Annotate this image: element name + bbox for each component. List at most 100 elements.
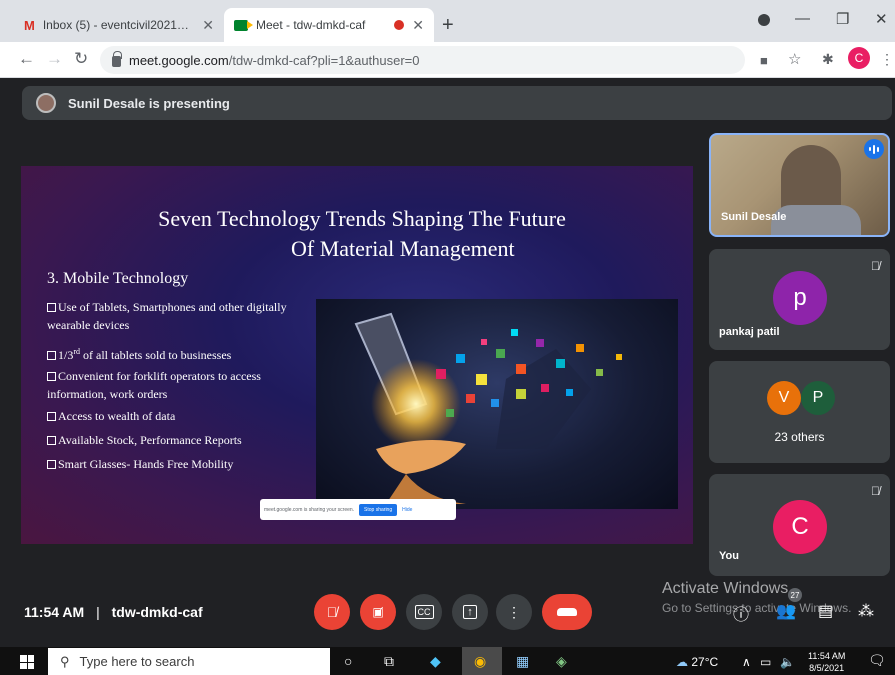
camera-icon[interactable]: ■ xyxy=(760,53,768,68)
participant-tile-others[interactable]: V P 23 others xyxy=(709,361,890,463)
chrome-icon: ◉ xyxy=(474,653,487,669)
media-control-icon[interactable] xyxy=(758,14,770,26)
chat-icon[interactable]: ▤ xyxy=(818,601,833,621)
screen-share-banner: meet.google.com is sharing your screen. … xyxy=(260,499,456,520)
taskbar-search-input[interactable]: ⚲ Type here to search xyxy=(48,648,330,675)
more-options-button[interactable]: ⋮ xyxy=(496,594,532,630)
close-tab-icon[interactable]: ✕ xyxy=(202,17,214,34)
participant-avatar: V xyxy=(767,381,801,415)
weather-cloud-icon: ☁ xyxy=(676,655,688,669)
hide-banner-button[interactable]: Hide xyxy=(402,507,412,513)
mic-off-icon: 🎙̸ xyxy=(326,604,338,620)
participant-tile-pankaj[interactable]: 🎙̸ p pankaj patil xyxy=(709,249,890,350)
forward-icon[interactable]: → xyxy=(46,49,63,69)
gmail-icon: M xyxy=(24,17,35,33)
participant-name: pankaj patil xyxy=(719,326,780,338)
meet-icon xyxy=(234,19,253,31)
system-tray-chevron-icon[interactable]: ∧ xyxy=(742,655,751,669)
search-placeholder: Type here to search xyxy=(79,654,195,669)
participant-avatar: C xyxy=(773,500,827,554)
mic-off-icon: 🎙̸ xyxy=(871,484,880,498)
clock-time: 11:54 AM xyxy=(808,651,846,661)
url-path: /tdw-dmkd-caf?pli=1&authuser=0 xyxy=(228,52,420,68)
meeting-time: 11:54 AM xyxy=(24,604,85,620)
leave-call-button[interactable] xyxy=(542,594,592,630)
app-icon[interactable]: ◈ xyxy=(556,653,567,670)
slide-bullet: Smart Glasses- Hands Free Mobility xyxy=(47,455,317,473)
slide-title-line1: Seven Technology Trends Shaping The Futu… xyxy=(158,206,566,231)
people-icon[interactable]: 👥 xyxy=(776,601,796,621)
tab-title: Meet - tdw-dmkd-caf xyxy=(256,18,366,32)
minimize-button[interactable]: — xyxy=(795,10,810,27)
url-input[interactable]: meet.google.com/tdw-dmkd-caf?pli=1&authu… xyxy=(100,46,745,74)
cortana-icon[interactable]: ○ xyxy=(344,653,352,669)
windows-start-icon[interactable] xyxy=(20,655,34,669)
close-window-button[interactable]: ✕ xyxy=(875,10,888,28)
slide-bullet: Convenient for forklift operators to acc… xyxy=(47,369,261,401)
speaking-indicator-icon xyxy=(864,139,884,159)
camera-toggle-button[interactable]: ▣̸ xyxy=(360,594,396,630)
profile-avatar[interactable]: C xyxy=(848,47,870,69)
more-vert-icon: ⋮ xyxy=(507,603,521,620)
meeting-code: tdw-dmkd-caf xyxy=(111,604,203,620)
people-count-badge: 27 xyxy=(788,588,802,602)
app-icon[interactable]: ▦ xyxy=(516,653,529,670)
tab-title: Inbox (5) - eventcivil2021@gmail xyxy=(42,18,194,32)
extensions-icon[interactable]: ✱ xyxy=(822,51,834,68)
participant-avatar: p xyxy=(773,271,827,325)
url-host: meet.google.com xyxy=(129,52,229,68)
lock-icon xyxy=(112,51,122,67)
slide-subtitle: 3. Mobile Technology xyxy=(47,270,189,287)
slide-bullet: Access to wealth of data xyxy=(47,407,317,425)
search-icon: ⚲ xyxy=(60,653,70,669)
shared-screen-slide: Seven Technology Trends Shaping The Futu… xyxy=(21,166,693,544)
stop-sharing-button[interactable]: Stop sharing xyxy=(359,503,398,516)
clock-date: 8/5/2021 xyxy=(809,663,845,673)
temperature: 27°C xyxy=(691,655,719,669)
mic-off-icon: 🎙̸ xyxy=(871,259,880,273)
slide-bullet: Use of Tablets, Smartphones and other di… xyxy=(47,300,287,332)
activities-icon[interactable]: ⁂ xyxy=(858,601,874,621)
close-tab-icon[interactable]: ✕ xyxy=(412,17,424,34)
participant-avatar: P xyxy=(801,381,835,415)
info-icon[interactable]: ⓘ xyxy=(733,601,749,625)
camera-off-icon: ▣̸ xyxy=(372,605,384,619)
participant-name: Sunil Desale xyxy=(721,211,787,223)
tab-meet[interactable]: Meet - tdw-dmkd-caf ✕ xyxy=(224,8,434,42)
notification-icon[interactable]: 🗨 xyxy=(868,652,886,669)
captions-icon: CC xyxy=(414,605,434,619)
participant-tile-you[interactable]: 🎙̸ C You xyxy=(709,474,890,576)
share-banner-text: meet.google.com is sharing your screen. xyxy=(264,506,355,513)
presenting-label: Sunil Desale is presenting xyxy=(68,95,230,111)
meeting-info: 11:54 AM | tdw-dmkd-caf xyxy=(24,604,203,620)
restore-button[interactable]: ❐ xyxy=(836,10,849,28)
slide-title-line2: Of Material Management xyxy=(291,236,515,261)
presenting-bar: Sunil Desale is presenting xyxy=(22,86,892,120)
slide-bullet: Available Stock, Performance Reports xyxy=(47,431,317,449)
task-view-icon[interactable]: ⧉ xyxy=(384,653,394,670)
menu-icon[interactable]: ⋮ xyxy=(880,51,894,68)
activate-windows-title: Activate Windows xyxy=(662,580,789,597)
tab-inbox[interactable]: M Inbox (5) - eventcivil2021@gmail ✕ xyxy=(14,8,224,42)
others-count-label: 23 others xyxy=(774,430,825,444)
taskbar-clock[interactable]: 11:54 AM 8/5/2021 xyxy=(808,650,845,674)
app-icon[interactable]: ◆ xyxy=(430,653,441,670)
slide-bullet: 1/3rd of all tablets sold to businesses xyxy=(47,343,317,364)
recording-icon xyxy=(394,20,405,30)
volume-icon[interactable]: 🔈 xyxy=(780,655,795,669)
info-separator: | xyxy=(96,604,100,620)
new-tab-button[interactable]: + xyxy=(442,14,454,37)
captions-button[interactable]: CC xyxy=(406,594,442,630)
participant-tile-presenter[interactable]: Sunil Desale xyxy=(709,133,890,237)
participant-name: You xyxy=(719,550,739,562)
back-icon[interactable]: ← xyxy=(18,49,35,69)
reload-icon[interactable]: ↻ xyxy=(74,49,88,69)
address-bar-row: ← → ↻ meet.google.com/tdw-dmkd-caf?pli=1… xyxy=(0,42,895,78)
presenter-avatar xyxy=(36,93,56,113)
mic-toggle-button[interactable]: 🎙̸ xyxy=(314,594,350,630)
weather-widget[interactable]: ☁ 27°C xyxy=(676,655,718,669)
present-button[interactable]: ↑ xyxy=(452,594,488,630)
slide-image-hand-apps xyxy=(316,299,678,509)
star-icon[interactable]: ☆ xyxy=(788,50,801,68)
network-icon[interactable]: ▭ xyxy=(760,655,771,669)
